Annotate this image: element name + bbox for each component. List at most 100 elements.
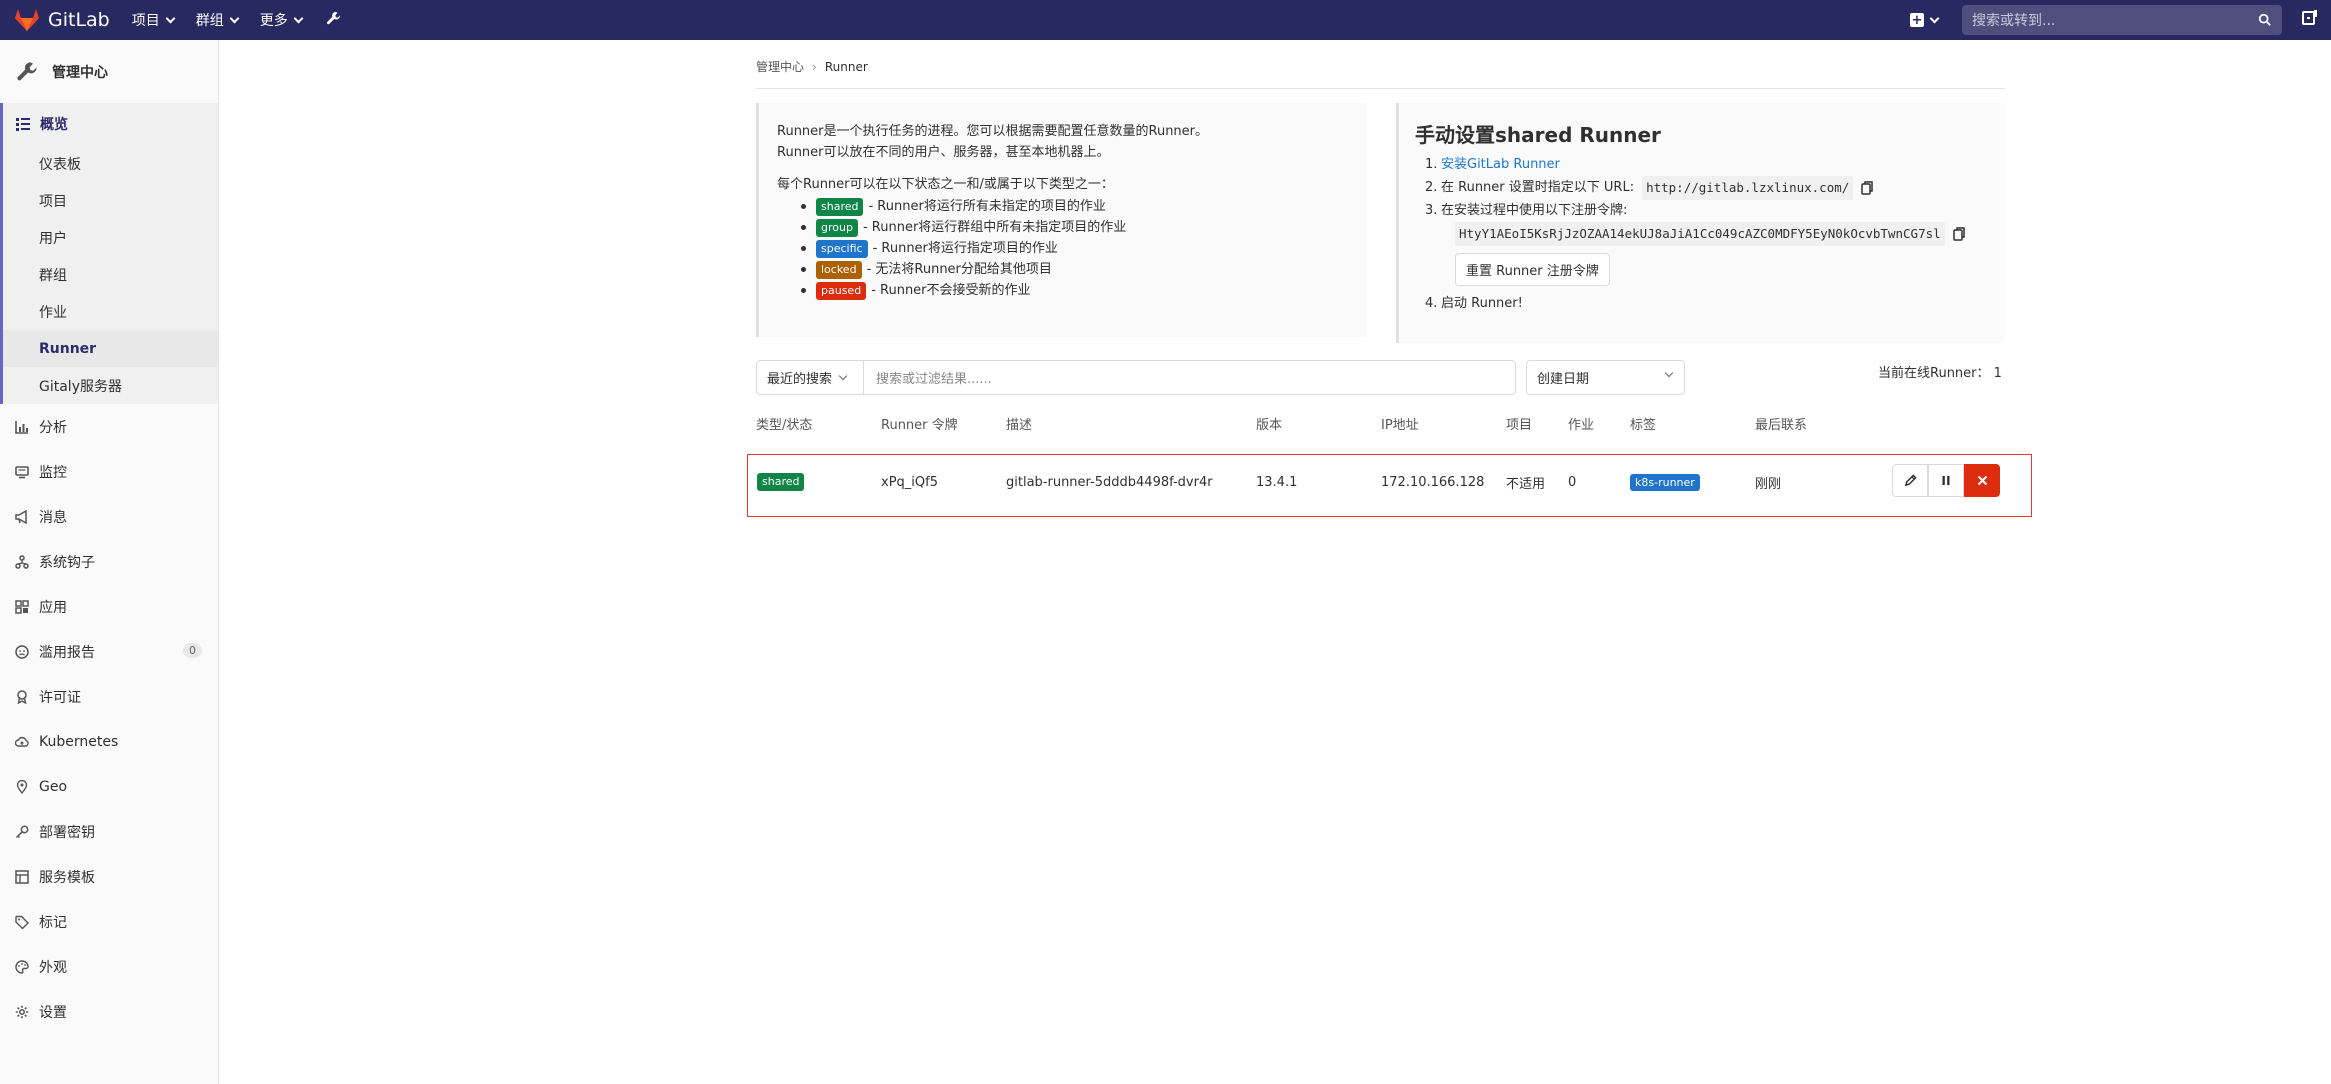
sidebar-item-deploy-keys[interactable]: 部署密钥 [0,809,218,854]
step-3-text: 在安装过程中使用以下注册令牌: [1441,203,1628,218]
gear-icon [15,1005,29,1018]
sidebar-header[interactable]: 管理中心 [0,40,218,103]
breadcrumb-current[interactable]: Runner [825,60,868,74]
edit-runner-button[interactable] [1892,464,1928,497]
sidebar-title: 管理中心 [52,64,108,81]
label-icon [15,915,29,929]
filter-search-input[interactable]: 搜索或过滤结果...... [864,361,1515,394]
copy-token-icon[interactable] [1952,227,1965,241]
step-number: 2. [1425,180,1438,195]
col-header-tags: 标签 [1630,418,1657,433]
step-number: 1. [1425,157,1438,172]
sidebar-item-dashboard[interactable]: 仪表板 [3,145,218,182]
sidebar-item-abuse-reports[interactable]: 滥用报告 0 [0,629,218,674]
nav-groups-label: 群组 [195,13,224,29]
nav-groups-menu[interactable]: 群组 [195,10,240,30]
apps-icon [15,599,29,614]
sidebar-item-labels[interactable]: 标记 [0,899,218,944]
license-icon [17,689,27,704]
sidebar-item-label: 分析 [39,419,67,436]
runner-filter-bar: 最近的搜索 搜索或过滤结果...... [756,360,1516,395]
sidebar-item-groups[interactable]: 群组 [3,256,218,293]
admin-wrench-icon[interactable] [326,11,341,30]
runner-token-link[interactable]: xPq_iQf5 [881,474,938,490]
gitlab-logo[interactable]: GitLab [14,8,110,32]
new-item-dropdown[interactable]: + [1910,13,1940,27]
sidebar-item-kubernetes[interactable]: Kubernetes [0,719,218,764]
install-runner-link[interactable]: 安装GitLab Runner [1441,154,1560,176]
template-icon [15,869,29,884]
todo-icon[interactable] [2302,10,2317,30]
step-number: 4. [1425,296,1438,311]
info-line-1: Runner是一个执行任务的进程。您可以根据需要配置任意数量的Runner。 [777,124,1209,139]
filter-placeholder: 搜索或过滤结果...... [876,372,992,387]
cloud-icon [15,736,29,747]
sidebar-item-projects[interactable]: 项目 [3,182,218,219]
setup-steps-continued: 4. 启动 Runner! [1415,293,2005,315]
hook-icon [15,554,29,569]
list-item: specific - Runner将运行指定项目的作业 [801,238,1367,259]
list-item: locked - 无法将Runner分配给其他项目 [801,259,1367,280]
sidebar-item-monitoring[interactable]: 监控 [0,449,218,494]
global-search-input[interactable]: 搜索或转到... [1962,5,2282,35]
reset-token-button[interactable]: 重置 Runner 注册令牌 [1455,253,1610,286]
sidebar-item-overview[interactable]: 概览 [3,103,218,145]
col-header-projects: 项目 [1506,418,1533,433]
copy-url-icon[interactable] [1861,181,1874,195]
sidebar-item-geo[interactable]: Geo [0,764,218,809]
chevron-down-icon [293,13,304,23]
col-header-jobs: 作业 [1568,418,1595,433]
states-list: shared - Runner将运行所有未指定的项目的作业 group - Runn… [801,196,1367,301]
sidebar-item-runners[interactable]: Runner [3,330,218,367]
recent-searches-label: 最近的搜索 [767,372,833,387]
sidebar-item-label: 部署密钥 [39,824,95,841]
chevron-down-icon [229,13,240,23]
remove-runner-button[interactable] [1964,464,2000,497]
chart-icon [15,420,28,434]
recent-searches-dropdown[interactable]: 最近的搜索 [757,361,864,394]
sidebar-item-settings[interactable]: 设置 [0,989,218,1034]
nav-more-menu[interactable]: 更多 [260,10,304,30]
sidebar-item-license[interactable]: 许可证 [0,674,218,719]
sidebar-item-service-templates[interactable]: 服务模板 [0,854,218,899]
sort-dropdown[interactable]: 创建日期 [1526,360,1685,395]
step-number: 3. [1425,203,1438,218]
registration-token-line: HtyY1AEoI5KsRjJzOZAA14ekUJ8aJiA1Cc049cAZ… [1455,222,2005,246]
sidebar-item-label: 滥用报告 [39,644,95,661]
sidebar-item-applications[interactable]: 应用 [0,584,218,629]
sidebar-item-label: 外观 [39,959,67,976]
registration-token: HtyY1AEoI5KsRjJzOZAA14ekUJ8aJiA1Cc049cAZ… [1455,222,1945,246]
paused-badge: paused [816,281,867,300]
sidebar-item-gitaly-servers[interactable]: Gitaly服务器 [3,367,218,404]
sidebar-item-analytics[interactable]: 分析 [0,404,218,449]
runner-tag-badge[interactable]: k8s-runner [1630,473,1700,491]
search-placeholder: 搜索或转到... [1972,13,2056,29]
sidebar-item-system-hooks[interactable]: 系统钩子 [0,539,218,584]
pause-runner-button[interactable] [1928,464,1964,497]
sidebar-item-jobs[interactable]: 作业 [3,293,218,330]
runner-jobs: 0 [1568,474,1577,490]
row-type-cell: shared [757,473,809,491]
nav-projects-menu[interactable]: 项目 [132,10,176,30]
col-header-ip: IP地址 [1381,418,1419,433]
setup-title: 手动设置shared Runner [1415,123,1661,147]
runner-tags-cell: k8s-runner [1630,473,1700,491]
sidebar-item-label: 系统钩子 [39,554,95,571]
state-desc: - Runner将运行群组中所有未指定项目的作业 [862,220,1127,235]
breadcrumb-admin-link[interactable]: 管理中心 [756,58,804,75]
sidebar-item-users[interactable]: 用户 [3,219,218,256]
state-desc: - 无法将Runner分配给其他项目 [866,262,1052,277]
chevron-down-icon [1664,368,1674,378]
sidebar-item-appearance[interactable]: 外观 [0,944,218,989]
sidebar-item-messages[interactable]: 消息 [0,494,218,539]
face-icon [15,644,29,659]
locked-badge: locked [816,260,862,279]
shared-badge: shared [816,197,864,216]
monitor-icon [15,465,29,478]
runner-version: 13.4.1 [1256,474,1298,490]
admin-sidebar: 管理中心 概览 仪表板 项目 用户 群组 作业 Runner Gitaly服务器… [0,40,219,1084]
coordinator-url: http://gitlab.lzxlinux.com/ [1642,176,1854,200]
manual-setup-panel: 手动设置shared Runner 1. 安装GitLab Runner 2. … [1396,103,2005,343]
sidebar-overview-section: 概览 仪表板 项目 用户 群组 作业 Runner Gitaly服务器 [0,103,218,404]
specific-badge: specific [816,239,868,258]
